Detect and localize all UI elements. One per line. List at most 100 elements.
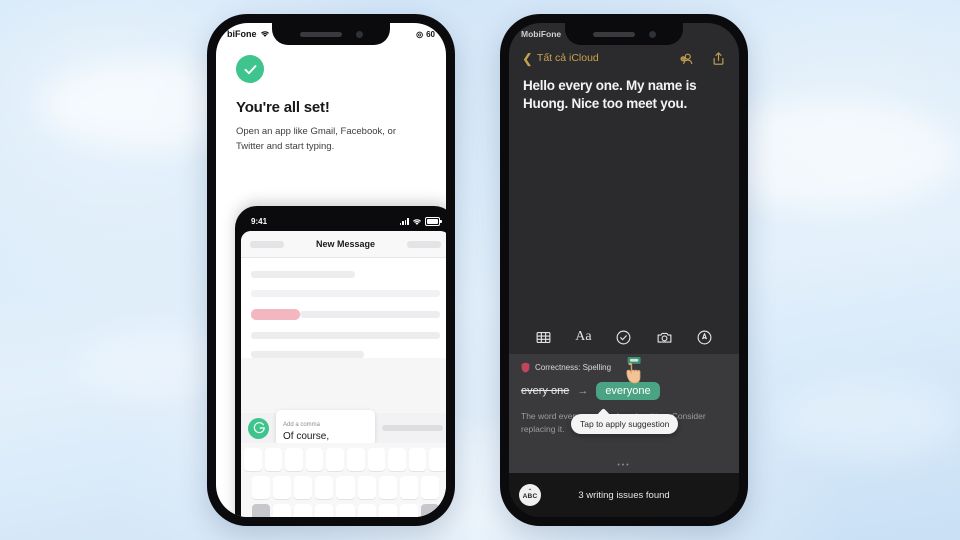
camera-icon[interactable] xyxy=(656,329,673,346)
page-subtitle: Open an app like Gmail, Facebook, or Twi… xyxy=(236,126,397,152)
abc-keyboard-icon[interactable]: ⌃ ABC xyxy=(519,484,541,506)
notch xyxy=(565,23,683,45)
battery-percent: 60 xyxy=(426,29,435,39)
pointing-hand-icon xyxy=(626,357,641,384)
placeholder-line xyxy=(300,311,440,318)
keyboard-key[interactable] xyxy=(326,448,344,471)
shield-icon xyxy=(521,362,530,373)
cancel-button-placeholder[interactable] xyxy=(250,240,284,248)
keyboard-key[interactable] xyxy=(285,448,303,471)
suggestion-text: Of course, xyxy=(283,431,330,442)
add-person-icon[interactable] xyxy=(679,51,694,66)
notes-nav-bar: ❮ Tất cả iCloud xyxy=(509,45,739,71)
suggestion-card[interactable]: Add a comma Of course, xyxy=(276,410,375,446)
keyboard-key[interactable] xyxy=(378,476,397,499)
keyboard-key[interactable] xyxy=(244,448,262,471)
share-icon[interactable] xyxy=(711,51,726,66)
back-label: Tất cả iCloud xyxy=(536,52,599,64)
cellular-bars-icon xyxy=(399,218,409,225)
checklist-icon[interactable] xyxy=(615,329,632,346)
onscreen-keyboard[interactable] xyxy=(241,443,446,517)
grammarly-g-icon[interactable] xyxy=(248,417,269,439)
apply-suggestion-tooltip: Tap to apply suggestion xyxy=(571,414,679,434)
text-format-icon[interactable]: Aa xyxy=(575,329,591,345)
clock: 9:41 xyxy=(251,217,268,226)
keyboard-key[interactable] xyxy=(294,476,313,499)
keyboard-key[interactable] xyxy=(315,476,334,499)
keyboard-key[interactable] xyxy=(429,448,446,471)
inner-status-bar: 9:41 xyxy=(241,212,446,231)
speaker-grill xyxy=(592,31,635,37)
placeholder-line xyxy=(251,290,440,297)
carrier-label: biFone xyxy=(227,29,257,39)
battery-percent-icon: ◎ xyxy=(416,29,424,39)
placeholder-line xyxy=(251,351,365,358)
keyboard-key[interactable] xyxy=(367,448,386,471)
arrow-right-icon: → xyxy=(577,385,589,397)
keyboard-key[interactable] xyxy=(399,476,419,499)
keyboard-key[interactable] xyxy=(264,448,283,471)
keyboard-key[interactable] xyxy=(408,448,427,471)
keyboard-key[interactable] xyxy=(305,448,324,471)
shift-key[interactable] xyxy=(251,504,270,517)
front-camera xyxy=(355,30,363,38)
right-phone-screen: MobiFone ❮ Tất cả iCloud Hello every one… xyxy=(509,23,739,517)
sky-background xyxy=(0,0,960,540)
placeholder-line-highlighted xyxy=(251,309,440,320)
placeholder-line xyxy=(251,332,440,339)
compose-view: New Message Add a comma Of course, xyxy=(241,231,446,517)
suggestion-category: Correctness: Spelling xyxy=(535,363,612,372)
keyboard-key[interactable] xyxy=(272,504,292,517)
keyboard-key[interactable] xyxy=(388,448,406,471)
wifi-icon xyxy=(260,31,269,37)
left-phone-screen: biFone ◎ 60 You're all set! Open an app … xyxy=(216,23,446,517)
pager-dots[interactable]: ••• xyxy=(617,462,630,469)
page-title: You're all set! xyxy=(236,99,330,116)
notch xyxy=(272,23,390,45)
grammarly-suggestion-panel: Correctness: Spelling every one → everyo… xyxy=(509,354,739,473)
suggestion-bar-filler xyxy=(382,425,443,431)
keyboard-key[interactable] xyxy=(399,504,419,517)
markup-pen-icon[interactable] xyxy=(696,329,713,346)
keyboard-key[interactable] xyxy=(251,476,270,499)
keyboard-key[interactable] xyxy=(357,476,376,499)
check-circle-icon xyxy=(236,55,264,83)
send-button-placeholder[interactable] xyxy=(407,240,441,248)
keyboard-key[interactable] xyxy=(336,476,355,499)
speaker-grill xyxy=(299,31,342,37)
keyboard-key[interactable] xyxy=(272,476,292,499)
abc-label: ABC xyxy=(522,493,538,501)
notes-toolbar: Aa xyxy=(509,320,739,354)
error-highlight xyxy=(251,309,301,320)
grammarly-suggestion-bar: Add a comma Of course, xyxy=(241,410,446,446)
inner-phone-screen: 9:41 New Message Add a comma Of course, xyxy=(241,212,446,517)
inner-phone-mockup: 9:41 New Message Add a comma Of course, xyxy=(235,206,446,517)
wifi-icon xyxy=(413,218,421,225)
keyboard-key[interactable] xyxy=(347,448,365,471)
suggestion-hint: Add a comma xyxy=(283,422,321,428)
writing-issues-status: 3 writing issues found xyxy=(578,489,670,501)
keyboard-key[interactable] xyxy=(294,504,313,517)
front-camera xyxy=(648,30,656,38)
compose-title: New Message xyxy=(315,239,376,249)
carrier-label: MobiFone xyxy=(521,29,562,39)
right-phone-mockup: MobiFone ❮ Tất cả iCloud Hello every one… xyxy=(500,14,748,526)
keyboard-key[interactable] xyxy=(357,504,376,517)
chevron-left-icon: ❮ xyxy=(522,50,533,66)
placeholder-line xyxy=(251,271,355,278)
table-icon[interactable] xyxy=(535,329,552,346)
original-word: every one xyxy=(521,385,570,397)
cloud-decoration xyxy=(780,380,960,460)
note-text[interactable]: Hello every one. My name is Huong. Nice … xyxy=(509,71,739,113)
left-phone-mockup: biFone ◎ 60 You're all set! Open an app … xyxy=(207,14,455,526)
delete-key[interactable] xyxy=(421,504,440,517)
compose-header: New Message xyxy=(241,231,446,258)
back-button[interactable]: ❮ Tất cả iCloud xyxy=(522,52,599,65)
grammarly-bottom-bar: ⌃ ABC 3 writing issues found xyxy=(509,473,739,517)
compose-body[interactable] xyxy=(241,258,446,358)
keyboard-key[interactable] xyxy=(336,504,355,517)
battery-icon xyxy=(425,217,442,226)
keyboard-key[interactable] xyxy=(421,476,440,499)
keyboard-key[interactable] xyxy=(378,504,397,517)
keyboard-key[interactable] xyxy=(315,504,334,517)
